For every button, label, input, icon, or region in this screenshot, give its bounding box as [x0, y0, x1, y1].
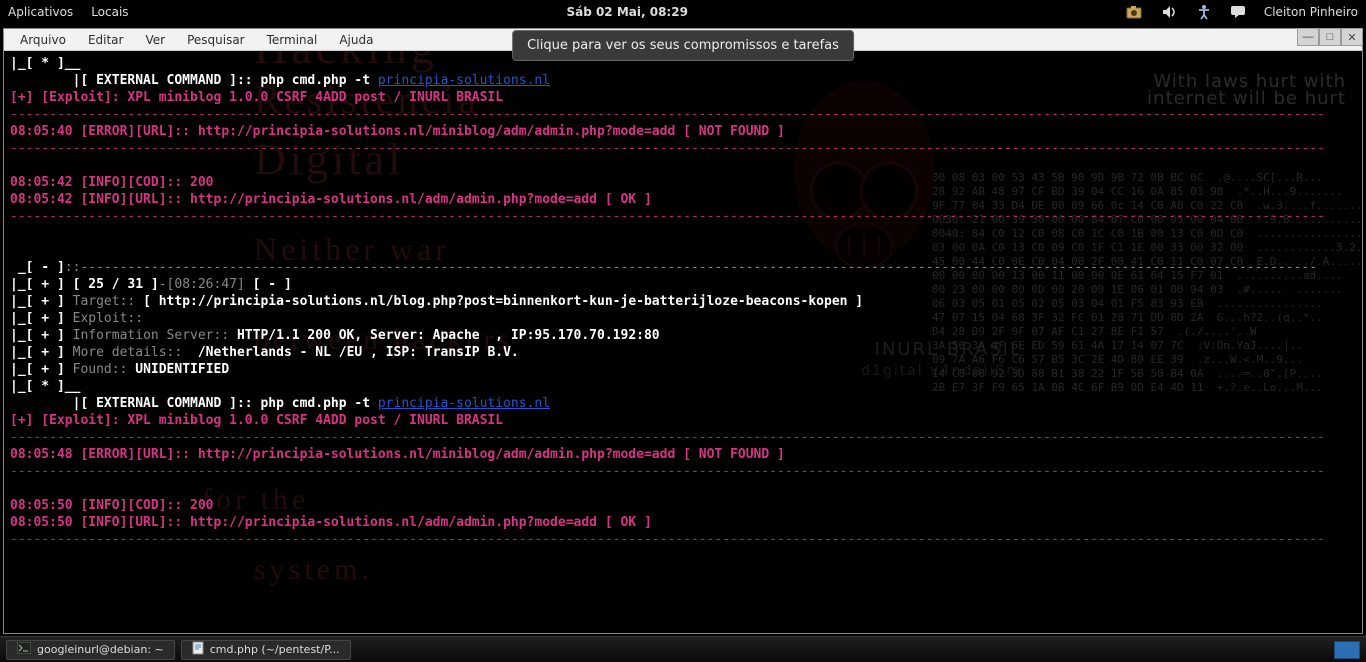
menu-view[interactable]: Ver — [135, 31, 175, 49]
document-icon — [192, 641, 204, 658]
taskbar-label: googleinurl@debian: ~ — [37, 643, 164, 656]
show-desktop-button[interactable] — [1334, 641, 1360, 659]
gnome-topbar: Aplicativos Locais Sáb 02 Mai, 08:29 Cle… — [0, 0, 1366, 24]
close-button[interactable]: ✕ — [1341, 28, 1363, 46]
taskbar-item-editor[interactable]: cmd.php (~/pentest/P... — [181, 640, 351, 660]
menu-applications[interactable]: Aplicativos — [8, 5, 73, 19]
user-menu[interactable]: Cleiton Pinheiro — [1264, 5, 1358, 19]
menu-help[interactable]: Ajuda — [329, 31, 383, 49]
calendar-tooltip: Clique para ver os seus compromissos e t… — [512, 30, 854, 61]
maximize-button[interactable]: □ — [1319, 28, 1341, 46]
terminal-window: — □ ✕ Arquivo Editar Ver Pesquisar Termi… — [3, 28, 1363, 634]
menu-file[interactable]: Arquivo — [10, 31, 76, 49]
camera-icon[interactable] — [1126, 5, 1144, 19]
menu-edit[interactable]: Editar — [78, 31, 134, 49]
terminal-viewport[interactable]: Hacking Resistencia Digital Neither war … — [4, 51, 1362, 633]
terminal-output: |_[ * ]__ |[ EXTERNAL COMMAND ]:: php cm… — [10, 55, 1356, 548]
bottom-taskbar: googleinurl@debian: ~ cmd.php (~/pentest… — [0, 636, 1366, 662]
menu-terminal[interactable]: Terminal — [257, 31, 328, 49]
menu-search[interactable]: Pesquisar — [177, 31, 255, 49]
taskbar-item-terminal[interactable]: googleinurl@debian: ~ — [6, 640, 175, 660]
minimize-button[interactable]: — — [1297, 28, 1319, 46]
volume-icon[interactable] — [1162, 5, 1178, 19]
menu-places[interactable]: Locais — [91, 5, 128, 19]
chat-icon[interactable] — [1230, 5, 1246, 19]
terminal-icon — [17, 642, 31, 657]
accessibility-icon[interactable] — [1196, 4, 1212, 20]
taskbar-label: cmd.php (~/pentest/P... — [210, 643, 340, 656]
clock[interactable]: Sáb 02 Mai, 08:29 — [129, 5, 1126, 19]
